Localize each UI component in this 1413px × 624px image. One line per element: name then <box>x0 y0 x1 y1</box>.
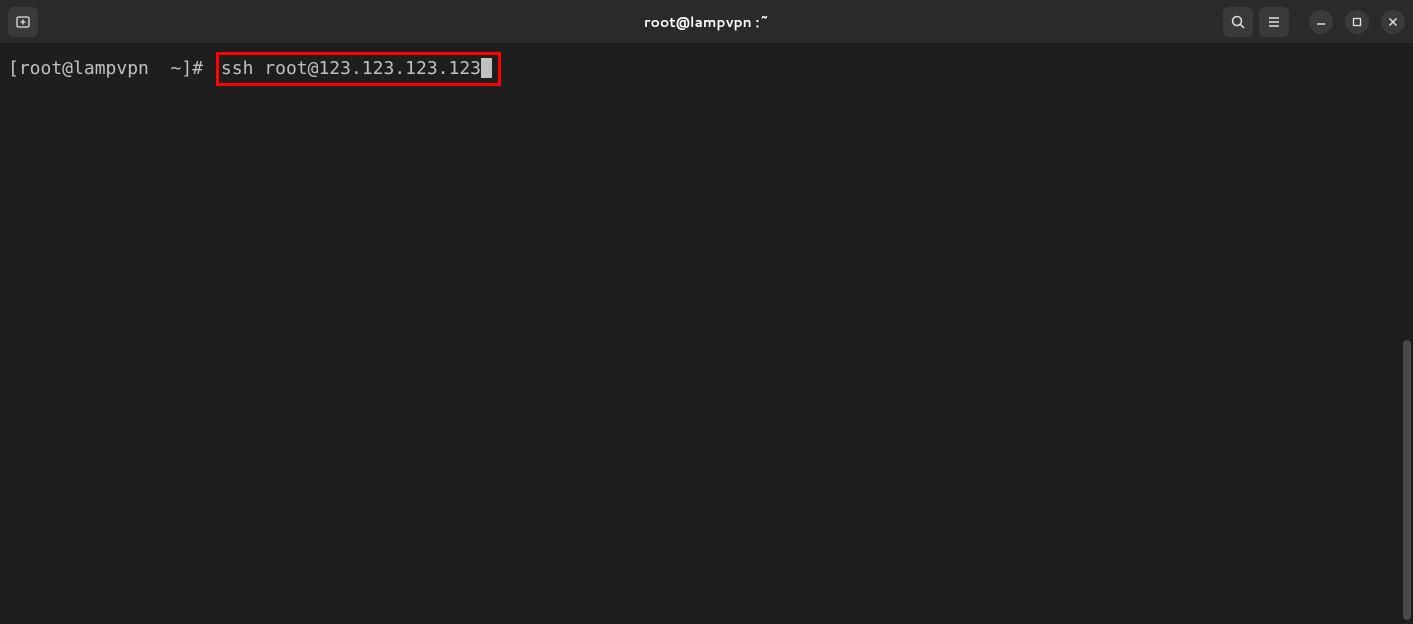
search-button[interactable] <box>1223 7 1253 37</box>
command-highlight: ssh root@123.123.123.123 <box>216 52 501 86</box>
titlebar-left <box>8 7 38 37</box>
hamburger-icon <box>1266 14 1282 30</box>
maximize-button[interactable] <box>1345 10 1369 34</box>
minimize-button[interactable] <box>1309 10 1333 34</box>
prompt: [root@lampvpn ~]# <box>8 57 203 81</box>
new-tab-button[interactable] <box>8 7 38 37</box>
close-icon <box>1388 17 1398 27</box>
search-icon <box>1230 14 1246 30</box>
terminal-body[interactable]: [root@lampvpn ~]# ssh root@123.123.123.1… <box>0 44 1413 94</box>
titlebar: root@lampvpn :~ <box>0 0 1413 44</box>
maximize-icon <box>1352 17 1362 27</box>
scrollbar[interactable] <box>1403 340 1411 620</box>
window-title: root@lampvpn :~ <box>644 12 769 32</box>
new-tab-icon <box>15 14 31 30</box>
menu-button[interactable] <box>1259 7 1289 37</box>
cursor <box>481 58 492 78</box>
minimize-icon <box>1316 17 1326 27</box>
close-button[interactable] <box>1381 10 1405 34</box>
command-text: ssh root@123.123.123.123 <box>221 58 481 79</box>
titlebar-right <box>1223 7 1405 37</box>
